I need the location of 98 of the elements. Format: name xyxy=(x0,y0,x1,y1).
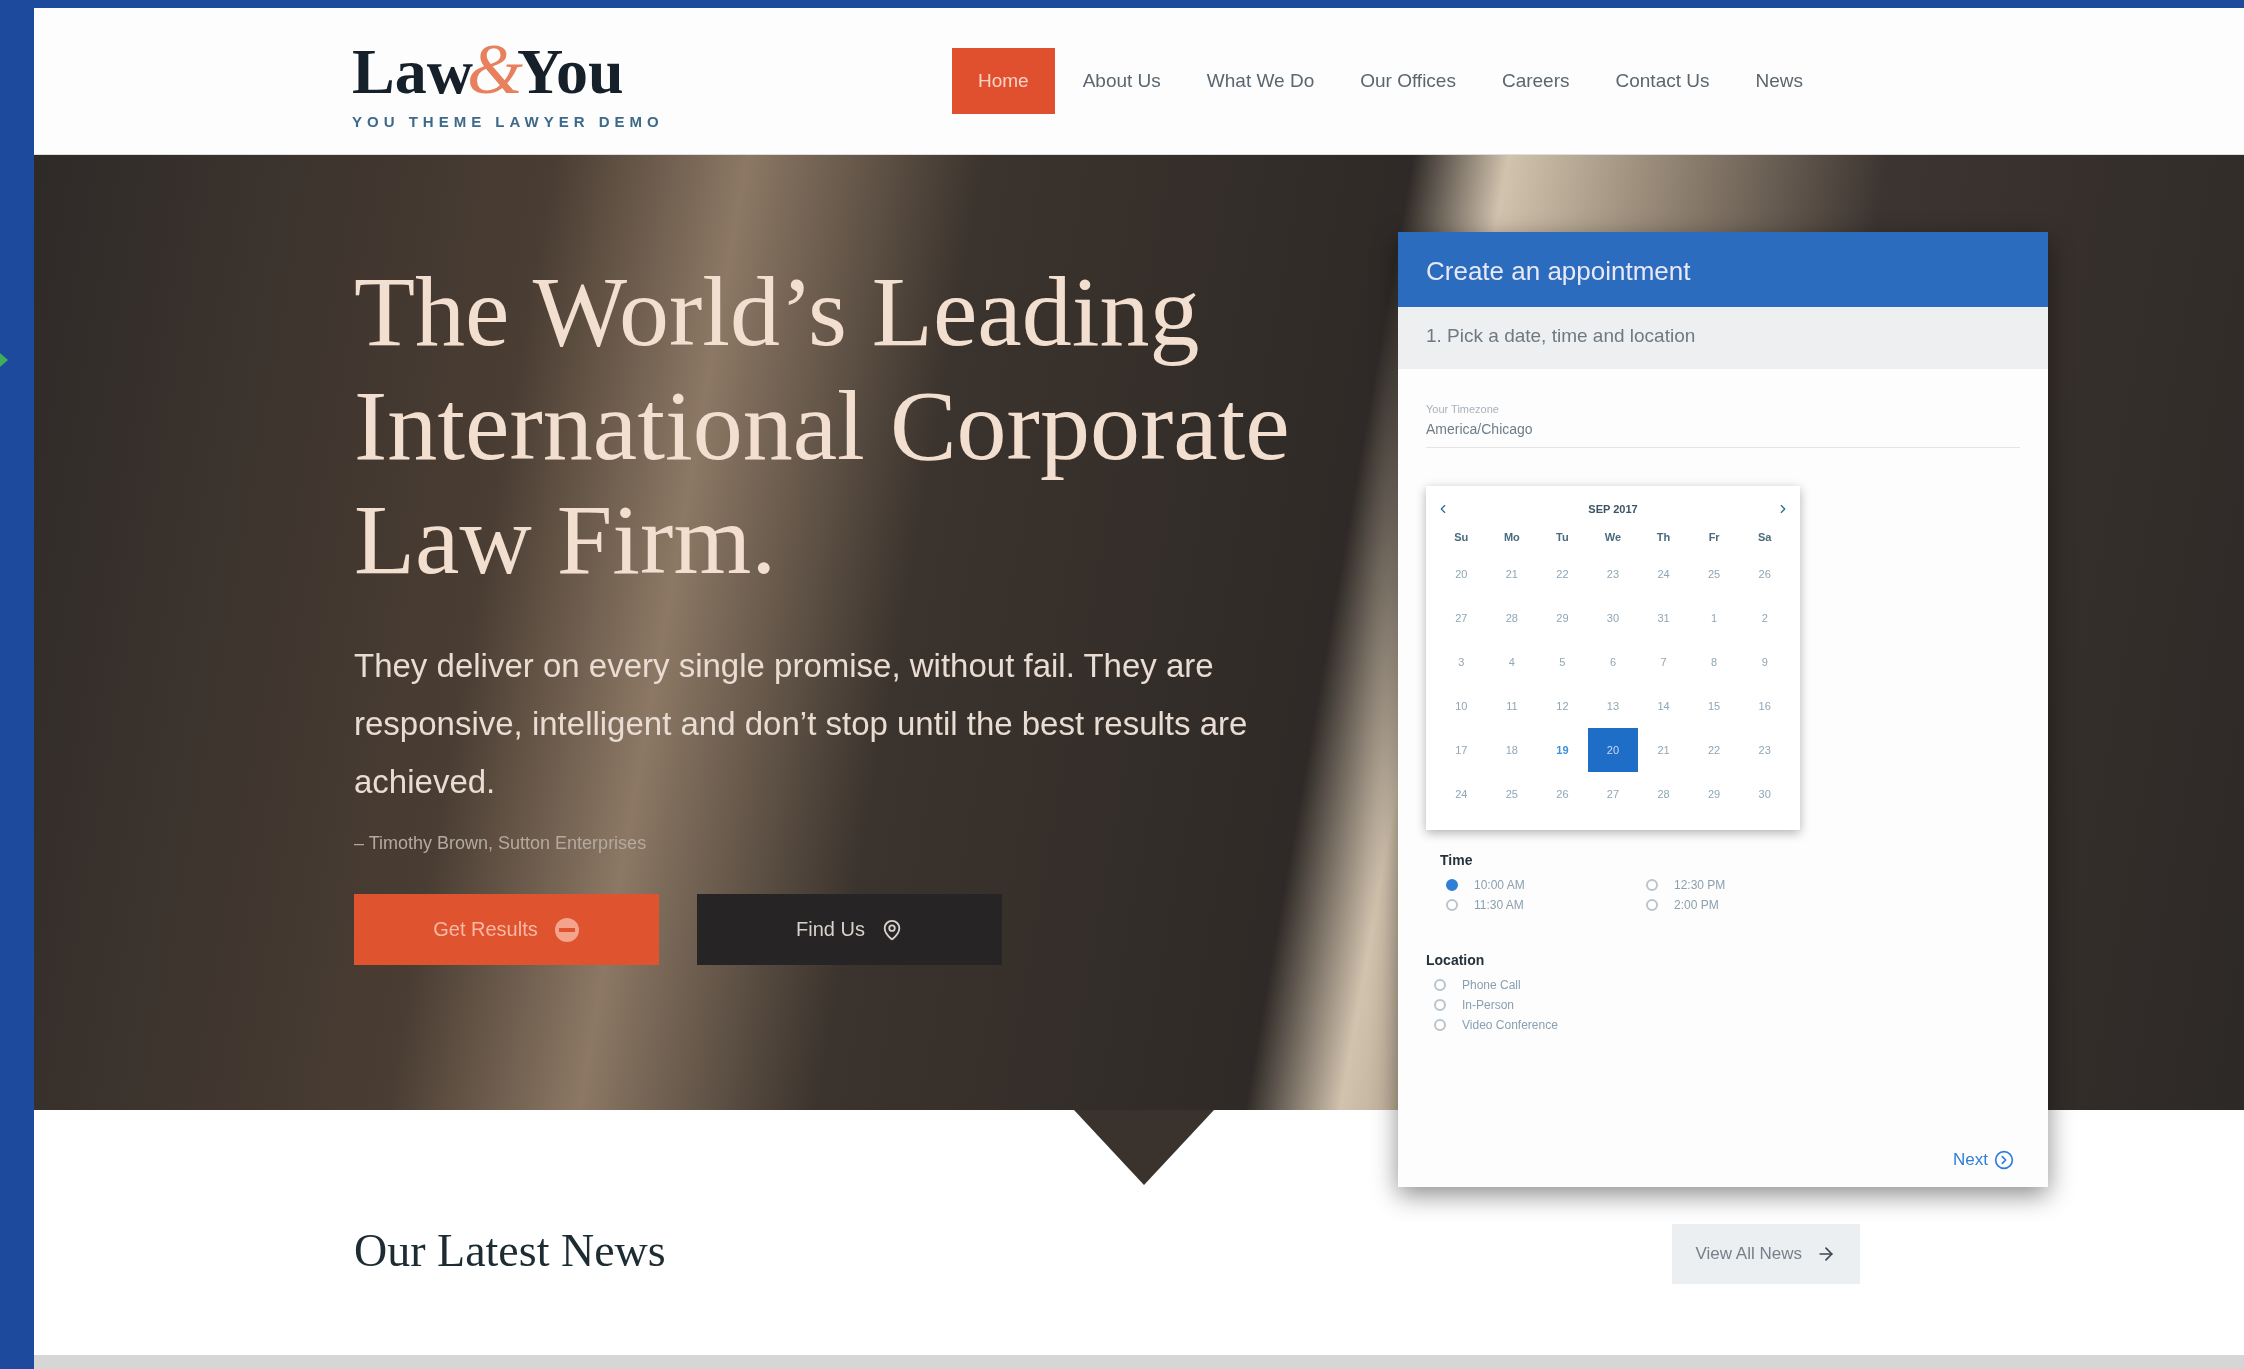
calendar-day[interactable]: 25 xyxy=(1486,772,1538,816)
calendar-day[interactable]: 28 xyxy=(1486,596,1538,640)
timezone-field[interactable]: Your Timezone America/Chicago xyxy=(1426,403,2020,448)
calendar-day[interactable]: 3 xyxy=(1436,640,1487,684)
calendar-day[interactable]: 23 xyxy=(1587,552,1639,596)
location-label: Location xyxy=(1426,952,1486,968)
calendar-day[interactable]: 16 xyxy=(1739,684,1790,728)
calendar-day[interactable]: 25 xyxy=(1688,552,1740,596)
calendar-day[interactable]: 5 xyxy=(1537,640,1588,684)
logo-tagline: YOU THEME LAWYER DEMO xyxy=(352,112,665,130)
round-icon xyxy=(553,916,580,943)
calendar-day[interactable]: 7 xyxy=(1638,640,1689,684)
time-option[interactable]: 12:30 PM xyxy=(1646,878,1846,892)
calendar-day[interactable]: 4 xyxy=(1486,640,1538,684)
nav-link[interactable]: About Us xyxy=(1064,48,1179,114)
option-label: 12:30 PM xyxy=(1674,878,1726,892)
weekday-label: Th xyxy=(1655,530,1672,545)
calendar-day[interactable]: 1 xyxy=(1688,596,1740,640)
calendar-day[interactable]: 18 xyxy=(1486,728,1538,772)
weekday-label: Tu xyxy=(1555,530,1570,545)
calendar-day[interactable]: 14 xyxy=(1638,684,1689,728)
quote-attribution: – Timothy Brown, Sutton Enterprises xyxy=(354,833,648,854)
option-label: 10:00 AM xyxy=(1474,878,1525,892)
option-label: Video Conference xyxy=(1462,1018,1558,1032)
calendar-day[interactable]: 30 xyxy=(1739,772,1790,816)
calendar-day[interactable]: 19 xyxy=(1537,728,1588,772)
calendar-day[interactable]: 21 xyxy=(1486,552,1538,596)
arrow-icon xyxy=(0,353,8,367)
option-label: In-Person xyxy=(1462,998,1515,1012)
calendar-day[interactable]: 22 xyxy=(1688,728,1740,772)
option-label: Phone Call xyxy=(1462,978,1521,992)
section-title: Our Latest News xyxy=(354,1224,666,1277)
time-label: Time xyxy=(1440,852,1474,868)
calendar-day[interactable]: 29 xyxy=(1688,772,1740,816)
calendar-day[interactable]: 26 xyxy=(1537,772,1588,816)
calendar-day[interactable]: 12 xyxy=(1537,684,1588,728)
radio-button[interactable] xyxy=(1646,899,1658,911)
calendar-day[interactable]: 29 xyxy=(1537,596,1588,640)
calendar-day[interactable]: 27 xyxy=(1436,596,1487,640)
calendar-day[interactable]: 24 xyxy=(1638,552,1689,596)
next-button[interactable]: Next xyxy=(1947,1149,2020,1171)
calendar-day[interactable]: 21 xyxy=(1638,728,1689,772)
field-label: Your Timezone xyxy=(1426,403,1500,415)
weekday-label: Fr xyxy=(1707,530,1721,545)
radio-button[interactable] xyxy=(1434,1019,1446,1031)
radio-button[interactable] xyxy=(1446,899,1458,911)
field-value: America/Chicago xyxy=(1426,421,1534,437)
calendar-day[interactable]: 27 xyxy=(1587,772,1639,816)
nav-link[interactable]: Contact Us xyxy=(1597,48,1728,114)
calendar-day[interactable]: 31 xyxy=(1638,596,1689,640)
calendar-day[interactable]: 24 xyxy=(1436,772,1487,816)
panel-title: Create an appointment xyxy=(1398,232,2048,307)
calendar-day[interactable]: 26 xyxy=(1739,552,1790,596)
calendar-day[interactable]: 11 xyxy=(1486,684,1538,728)
location-option[interactable]: In-Person xyxy=(1434,998,2048,1012)
radio-button[interactable] xyxy=(1446,879,1458,891)
calendar-day[interactable]: 28 xyxy=(1638,772,1689,816)
weekday-label: Su xyxy=(1453,530,1470,545)
location-option[interactable]: Video Conference xyxy=(1434,1018,2048,1032)
calendar-day[interactable]: 23 xyxy=(1739,728,1790,772)
month-label: SEP 2017 xyxy=(1588,503,1638,515)
calendar-day[interactable]: 30 xyxy=(1587,596,1639,640)
hero-quote: They deliver on every single promise, without fail. They are responsive, intelligent and don’t stop until the best results are achieved. xyxy=(354,646,1249,802)
step-header[interactable]: 1. Pick a date, time and location xyxy=(1398,307,2048,369)
weekday-label: We xyxy=(1603,530,1623,545)
find-us-button[interactable]: Find Us xyxy=(697,894,1002,965)
calendar-day[interactable]: 2 xyxy=(1739,596,1790,640)
view-all-news-button[interactable]: View All News xyxy=(1671,1224,1860,1284)
calendar-day[interactable]: 22 xyxy=(1537,552,1588,596)
option-label: 11:30 AM xyxy=(1474,898,1524,912)
option-label: 2:00 PM xyxy=(1674,898,1719,912)
time-option[interactable]: 10:00 AM xyxy=(1446,878,1646,892)
calendar-day[interactable]: 17 xyxy=(1436,728,1487,772)
time-option[interactable]: 11:30 AM xyxy=(1446,898,1646,912)
calendar-day[interactable]: 6 xyxy=(1587,640,1639,684)
nav-link[interactable]: News xyxy=(1737,48,1821,114)
calendar-day[interactable]: 20 xyxy=(1436,552,1487,596)
location-option[interactable]: Phone Call xyxy=(1434,978,2048,992)
calendar-day[interactable]: 8 xyxy=(1688,640,1740,684)
nav-link[interactable]: Careers xyxy=(1483,48,1588,114)
radio-button[interactable] xyxy=(1646,879,1658,891)
calendar-day[interactable]: 13 xyxy=(1587,684,1639,728)
calendar-day[interactable]: 15 xyxy=(1688,684,1740,728)
calendar-day[interactable]: 20 xyxy=(1587,728,1639,772)
calendar-day[interactable]: 10 xyxy=(1436,684,1487,728)
weekday-label: Mo xyxy=(1502,530,1521,545)
radio-button[interactable] xyxy=(1434,999,1446,1011)
results-button[interactable]: Get Results xyxy=(354,894,659,965)
nav-link[interactable]: Our Offices xyxy=(1342,48,1474,114)
logo[interactable]: Law&You xyxy=(352,32,952,105)
hero-headline: The World’s Leading International Corporate Law Firm. xyxy=(354,255,1291,597)
time-option[interactable]: 2:00 PM xyxy=(1646,898,1846,912)
weekday-label: Sa xyxy=(1756,530,1773,545)
nav-link[interactable]: What We Do xyxy=(1188,48,1333,114)
radio-button[interactable] xyxy=(1434,979,1446,991)
chevron-circle-icon xyxy=(1994,1150,2014,1170)
calendar-day[interactable]: 9 xyxy=(1739,640,1790,684)
nav-link[interactable]: Home xyxy=(952,48,1055,114)
